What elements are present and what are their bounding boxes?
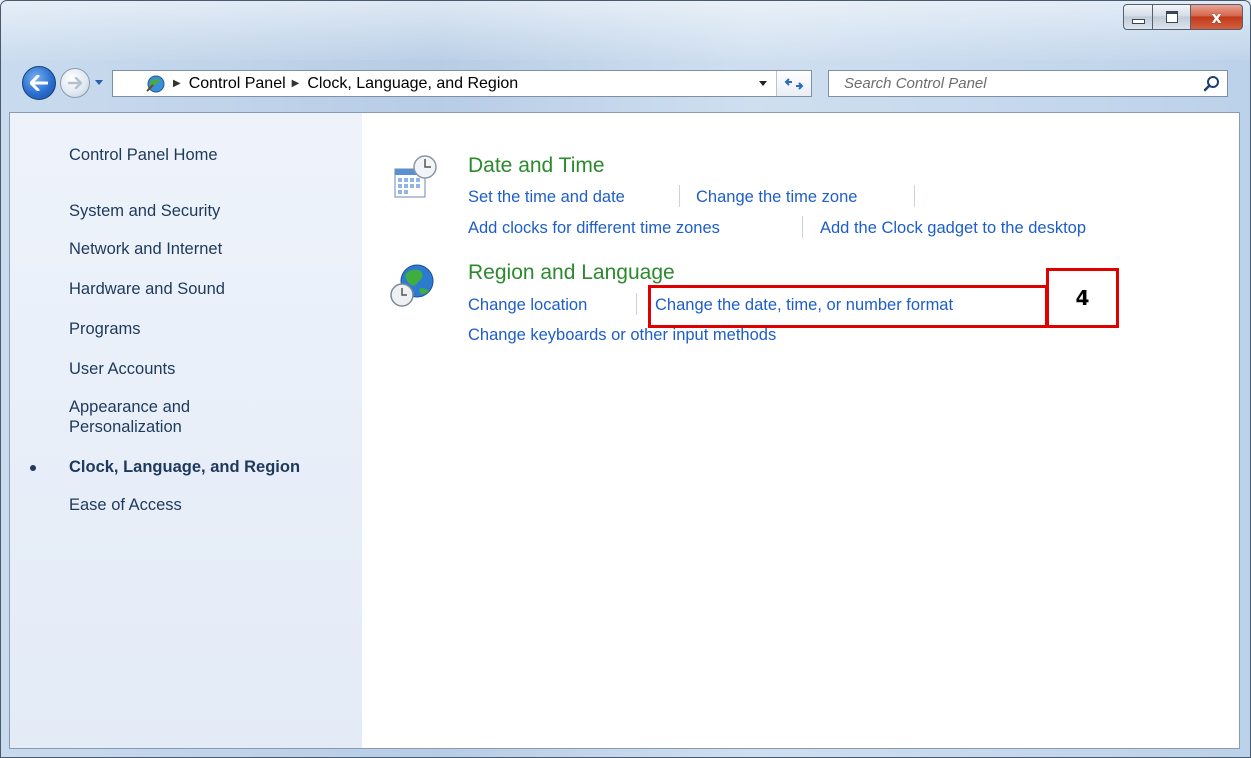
highlight-box [648, 285, 1048, 328]
maximize-button[interactable] [1153, 4, 1191, 30]
step-number-label: 4 [1075, 286, 1090, 310]
sidebar-item-ease-of-access[interactable]: Ease of Access [69, 495, 339, 515]
address-bar[interactable]: ▶ Control Panel ▶ Clock, Language, and R… [112, 70, 812, 97]
add-clock-gadget-link[interactable]: Add the Clock gadget to the desktop [820, 218, 1086, 238]
separator [802, 216, 803, 238]
date-and-time-title[interactable]: Date and Time [468, 154, 605, 178]
main-panel: Date and Time Set the time and date Chan… [362, 113, 1239, 748]
breadcrumb-control-panel[interactable]: Control Panel [189, 75, 286, 93]
sidebar-item-user-accounts[interactable]: User Accounts [69, 359, 339, 379]
maximize-icon [1165, 11, 1178, 23]
breadcrumb-separator-icon[interactable]: ▶ [173, 78, 181, 89]
active-item-bullet [30, 465, 36, 471]
search-input[interactable] [829, 71, 1189, 96]
back-button[interactable] [22, 66, 56, 100]
sidebar-item-appearance-personalization[interactable]: Appearance and Personalization [69, 397, 239, 437]
forward-arrow-icon [68, 77, 82, 89]
change-time-zone-link[interactable]: Change the time zone [696, 187, 857, 207]
globe-clock-icon[interactable] [389, 261, 437, 309]
separator [636, 293, 637, 315]
region-and-language-title[interactable]: Region and Language [468, 261, 675, 285]
address-history-dropdown[interactable] [753, 71, 773, 96]
navigation-bar: ▶ Control Panel ▶ Clock, Language, and R… [0, 60, 1251, 112]
sidebar-item-programs[interactable]: Programs [69, 319, 339, 339]
separator [914, 185, 915, 207]
minimize-button[interactable] [1123, 4, 1153, 30]
content-area: Control Panel Home System and Security N… [9, 112, 1240, 749]
separator [679, 185, 680, 207]
add-clocks-link[interactable]: Add clocks for different time zones [468, 218, 720, 238]
chevron-down-icon [759, 80, 767, 86]
refresh-button[interactable] [776, 71, 811, 96]
sidebar-item-network-internet[interactable]: Network and Internet [69, 239, 339, 259]
recent-pages-dropdown[interactable] [92, 76, 106, 88]
change-keyboards-link[interactable]: Change keyboards or other input methods [468, 325, 776, 345]
clock-calendar-icon[interactable] [391, 153, 439, 201]
sidebar-item-control-panel-home[interactable]: Control Panel Home [69, 145, 339, 165]
refresh-icon [784, 77, 804, 90]
search-box[interactable] [828, 70, 1228, 97]
set-time-and-date-link[interactable]: Set the time and date [468, 187, 625, 207]
caption-buttons: x [1123, 4, 1243, 30]
control-panel-icon [143, 73, 167, 95]
breadcrumb-separator-icon[interactable]: ▶ [292, 78, 300, 89]
change-location-link[interactable]: Change location [468, 295, 587, 315]
forward-button[interactable] [60, 68, 90, 98]
step-number-box: 4 [1046, 268, 1119, 328]
sidebar: Control Panel Home System and Security N… [10, 113, 362, 748]
sidebar-item-hardware-sound[interactable]: Hardware and Sound [69, 279, 339, 299]
sidebar-item-clock-language-region: Clock, Language, and Region [69, 458, 301, 476]
control-panel-window: x ▶ Control Panel ▶ Clock, Language, and… [0, 0, 1251, 758]
back-arrow-icon [30, 75, 48, 91]
sidebar-item-system-security[interactable]: System and Security [69, 201, 339, 221]
close-button[interactable]: x [1191, 4, 1243, 30]
search-icon[interactable] [1203, 75, 1221, 93]
close-icon: x [1211, 7, 1222, 27]
minimize-icon [1131, 18, 1145, 24]
breadcrumb-clock-language-region[interactable]: Clock, Language, and Region [307, 75, 518, 93]
chevron-down-icon [95, 79, 103, 85]
